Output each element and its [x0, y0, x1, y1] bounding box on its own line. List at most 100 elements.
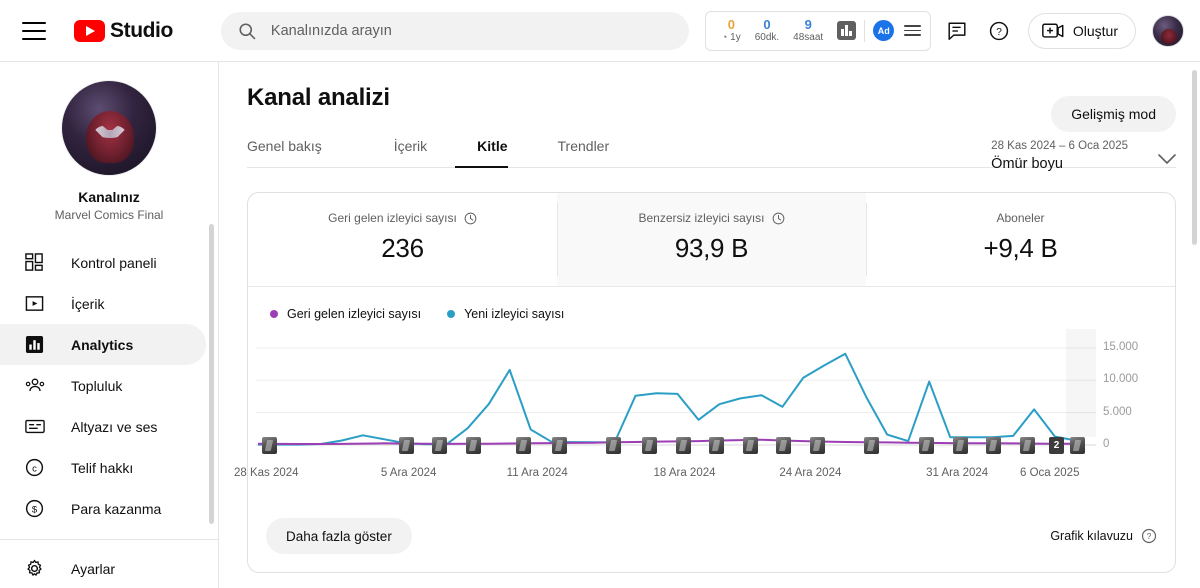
sidebar-item-copyright-label: Telif hakkı	[71, 459, 134, 476]
counter-1y[interactable]: 0 ◔ 1y	[715, 18, 748, 43]
tab-icerik[interactable]: İçerik	[372, 138, 449, 167]
search-box[interactable]	[220, 11, 689, 50]
sidebar-item-dashboard-label: Kontrol paneli	[71, 254, 157, 271]
create-button[interactable]: Oluştur	[1027, 12, 1136, 49]
sidebar-item-subtitles[interactable]: Altyazı ve ses	[0, 406, 206, 447]
metric-subscribers-value: +9,4 B	[983, 233, 1058, 263]
metric-subscribers-label: Aboneler	[996, 211, 1044, 225]
sidebar-divider	[0, 539, 218, 540]
hamburger-icon[interactable]	[22, 21, 46, 40]
x-tick-label: 31 Ara 2024	[926, 467, 989, 479]
comment-icon[interactable]	[944, 18, 970, 44]
video-marker-group[interactable]: 2	[1049, 437, 1065, 454]
dashboard-icon	[25, 253, 49, 272]
advanced-mode-button[interactable]: Gelişmiş mod	[1051, 96, 1176, 132]
sidebar-item-dashboard[interactable]: Kontrol paneli	[0, 242, 206, 283]
sidebar-item-copyright[interactable]: c Telif hakkı	[0, 447, 206, 488]
ads-badge-icon[interactable]: Ad	[873, 20, 895, 41]
svg-text:$: $	[32, 504, 38, 515]
clock-icon	[772, 212, 784, 224]
video-marker[interactable]	[918, 437, 934, 454]
counter-48saat[interactable]: 9 48saat	[786, 18, 830, 43]
top-bar: Studio 0 ◔ 1y 0 60dk. 9 48saat	[0, 0, 1200, 62]
video-marker[interactable]	[986, 437, 1002, 454]
video-marker[interactable]	[1070, 437, 1085, 454]
counter-48saat-label: 48saat	[793, 31, 824, 43]
counter-60dk[interactable]: 0 60dk.	[748, 18, 786, 43]
counter-48saat-value: 9	[804, 16, 812, 32]
metric-unique-viewers-value: 93,9 B	[674, 233, 749, 263]
video-marker[interactable]	[1019, 437, 1035, 454]
video-marker[interactable]	[262, 437, 278, 454]
channel-info: Kanalınız Marvel Comics Final	[0, 62, 218, 222]
metric-subscribers[interactable]: Aboneler +9,4 B	[866, 193, 1175, 286]
main-scrollbar[interactable]	[1192, 70, 1197, 245]
sidebar-item-monetization[interactable]: $ Para kazanma	[0, 488, 206, 529]
content-icon	[25, 294, 49, 313]
svg-text:?: ?	[1147, 532, 1152, 541]
legend-label-returning: Geri gelen izleyici sayısı	[287, 307, 422, 321]
legend-dot-returning	[270, 310, 278, 318]
video-marker[interactable]	[864, 437, 880, 454]
video-marker[interactable]	[776, 437, 792, 454]
audience-overview-card: Geri gelen izleyici sayısı 236 Benzersiz…	[234, 192, 1176, 573]
video-marker[interactable]	[675, 437, 691, 454]
studio-logo[interactable]: Studio	[74, 19, 173, 43]
main-content: Kanal analizi Gelişmiş mod Genel bakış İ…	[219, 62, 1200, 588]
tab-trendler[interactable]: Trendler	[536, 138, 632, 167]
tab-kitle[interactable]: Kitle	[455, 138, 529, 168]
search-icon	[239, 22, 256, 39]
counter-1y-value: 0	[727, 16, 735, 32]
sidebar-item-analytics[interactable]: Analytics	[0, 324, 206, 365]
sidebar-item-community-label: Topluluk	[71, 377, 123, 394]
channel-name: Kanalınız	[78, 189, 140, 205]
metric-label-text: Benzersiz izleyici sayısı	[638, 211, 765, 225]
sidebar-item-community[interactable]: Topluluk	[0, 365, 206, 406]
chart-svg	[256, 347, 1096, 446]
legend-item-new[interactable]: Yeni izleyici sayısı	[447, 307, 564, 321]
metric-returning-viewers[interactable]: Geri gelen izleyici sayısı 236	[248, 193, 557, 286]
video-marker[interactable]	[465, 437, 481, 454]
monetization-icon: $	[25, 499, 49, 518]
video-marker[interactable]	[809, 437, 825, 454]
video-marker[interactable]	[432, 437, 448, 454]
account-avatar[interactable]	[1152, 14, 1184, 47]
legend-item-returning[interactable]: Geri gelen izleyici sayısı	[270, 307, 421, 321]
search-input[interactable]	[270, 22, 673, 39]
metric-returning-viewers-label: Geri gelen izleyici sayısı	[328, 211, 477, 225]
sidebar-item-settings[interactable]: Ayarlar	[0, 548, 206, 588]
top-bar-right-actions: ? Oluştur	[944, 12, 1200, 49]
video-marker[interactable]	[606, 437, 622, 454]
channel-avatar-image[interactable]	[61, 80, 157, 176]
x-tick-label: 5 Ara 2024	[380, 467, 437, 479]
sidebar-item-monetization-label: Para kazanma	[71, 500, 162, 517]
brand-label: Studio	[110, 18, 173, 42]
metric-label-text: Geri gelen izleyici sayısı	[328, 211, 457, 225]
date-range-selector[interactable]: 28 Kas 2024 – 6 Oca 2025 Ömür boyu	[991, 140, 1176, 172]
video-marker[interactable]	[952, 437, 968, 454]
video-marker[interactable]	[516, 437, 532, 454]
subtitles-icon	[25, 417, 49, 436]
show-more-button[interactable]: Daha fazla göster	[266, 518, 412, 554]
help-icon[interactable]: ?	[986, 18, 1012, 44]
metric-unique-viewers[interactable]: Benzersiz izleyici sayısı 93,9 B	[557, 193, 866, 286]
video-marker[interactable]	[742, 437, 758, 454]
bar-chart-icon[interactable]	[837, 21, 857, 40]
video-marker[interactable]	[709, 437, 725, 454]
sidebar-scrollbar[interactable]	[209, 224, 214, 524]
sidebar-item-content[interactable]: İçerik	[0, 283, 206, 324]
audience-line-chart[interactable]: 0 5.000 10.000 15.000 2 28 Kas 2024 5 Ara 20…	[234, 329, 1175, 504]
counter-menu-icon[interactable]	[904, 22, 922, 39]
video-marker[interactable]	[551, 437, 567, 454]
tab-genel-bakis[interactable]: Genel bakış	[247, 138, 344, 167]
x-tick-label: 24 Ara 2024	[779, 467, 842, 479]
chart-right-shade	[1066, 329, 1096, 437]
date-range-text: 28 Kas 2024 – 6 Oca 2025	[991, 140, 1128, 152]
community-icon	[25, 376, 49, 395]
video-marker[interactable]	[642, 437, 658, 454]
video-marker[interactable]	[398, 437, 414, 454]
chart-guide-link[interactable]: Grafik kılavuzu ?	[1050, 528, 1157, 544]
chart-x-axis: 28 Kas 2024 5 Ara 2024 11 Ara 2024 18 Ara 2…	[234, 467, 1175, 485]
chart-guide-label: Grafik kılavuzu	[1050, 529, 1133, 543]
date-range-label: Ömür boyu	[991, 156, 1063, 172]
